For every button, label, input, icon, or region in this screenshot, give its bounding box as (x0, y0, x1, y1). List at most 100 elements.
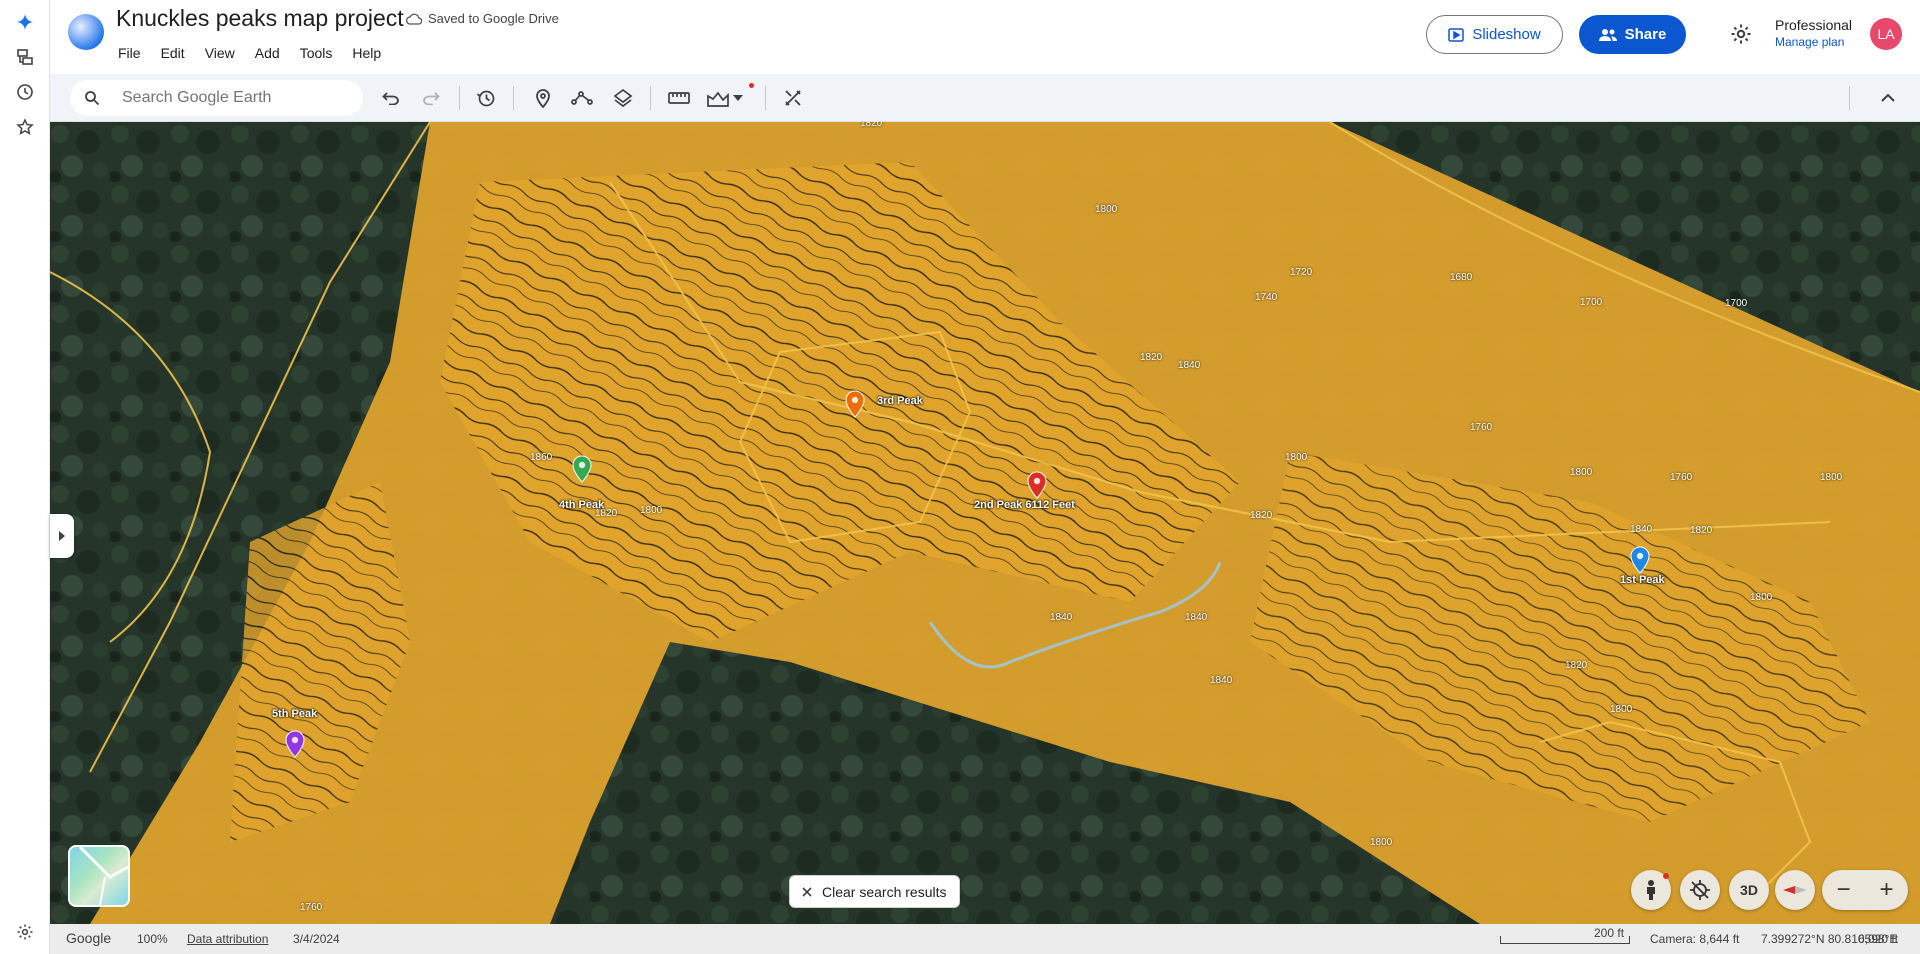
notification-dot (749, 83, 754, 88)
peak-3-pin-icon[interactable] (845, 390, 865, 418)
settings-gear-icon[interactable] (13, 920, 37, 944)
plan-name: Professional (1775, 17, 1853, 33)
elevation-label: 1860 (530, 452, 553, 463)
close-icon (802, 886, 812, 897)
history-icon[interactable] (13, 80, 37, 104)
expand-panel-tab[interactable] (50, 514, 74, 558)
menu-add[interactable]: Add (245, 45, 290, 61)
historical-imagery-icon[interactable] (474, 86, 498, 110)
peak-5-label: 5th Peak (272, 708, 318, 720)
clear-search-results-label: Clear search results (822, 883, 947, 900)
scale-label: 200 ft (1594, 926, 1625, 940)
map-style-thumbnail[interactable] (68, 845, 130, 907)
share-label: Share (1624, 26, 1667, 43)
elevation-label: 1820 (1565, 660, 1588, 671)
peak-5-pin-icon[interactable] (285, 730, 305, 758)
toolbar-divider (459, 86, 460, 110)
zoom-out-button[interactable]: − (1836, 876, 1850, 904)
map-canvas[interactable]: 1820 1800 1740 1680 1700 1720 1760 1800 … (50, 122, 1920, 924)
undo-icon[interactable] (379, 86, 403, 110)
save-status-text: Saved to Google Drive (428, 11, 559, 26)
save-status: Saved to Google Drive (406, 11, 559, 26)
search-input[interactable] (122, 87, 352, 109)
elevation-label: 1800 (1370, 837, 1393, 848)
google-brand: Google (66, 930, 112, 946)
peak-1-label: 1st Peak (1620, 574, 1665, 586)
elevation-label: 1800 (1610, 704, 1633, 715)
elevation-label: 1840 (1185, 612, 1208, 623)
clear-search-results-button[interactable]: Clear search results (789, 875, 960, 908)
settings-gear-icon[interactable] (1729, 22, 1753, 46)
elevation-label: 1760 (1670, 472, 1693, 483)
collapse-chevron-up-icon[interactable] (1876, 86, 1900, 110)
share-button[interactable]: Share (1579, 15, 1686, 54)
plan-info: Professional Manage plan (1775, 17, 1852, 49)
elevation-label: 1720 (1290, 267, 1313, 278)
search-icon (85, 91, 100, 106)
elevation-label: 1800 (1570, 467, 1593, 478)
imagery-date: 3/4/2024 (293, 932, 340, 946)
elevation-label: 1820 (1690, 525, 1713, 536)
cloud-done-icon (406, 13, 422, 25)
menu-tools[interactable]: Tools (290, 45, 343, 61)
elevation-label: 1800 (1820, 472, 1843, 483)
gemini-sparkle-icon[interactable] (13, 10, 37, 34)
elevation-label: 1840 (1178, 360, 1201, 371)
toolbar-divider (765, 86, 766, 110)
slideshow-label: Slideshow (1472, 26, 1541, 43)
zoom-controls: − + (1822, 870, 1908, 910)
elevation-label: 1760 (1470, 422, 1493, 433)
peak-2-pin-icon[interactable] (1027, 471, 1047, 499)
elevation-label: 1800 (1285, 452, 1308, 463)
zoom-in-button[interactable]: + (1879, 876, 1893, 904)
compass-icon[interactable] (1775, 870, 1815, 910)
menu-bar: File Edit View Add Tools Help (116, 45, 391, 61)
satellite-and-contour-layer (50, 122, 1920, 924)
peak-4-pin-icon[interactable] (572, 455, 592, 483)
elevation-label: 1820 (860, 122, 883, 129)
elevation-label: 1800 (640, 505, 663, 516)
elevation-label: 1700 (1580, 297, 1603, 308)
draw-path-icon[interactable] (570, 86, 594, 110)
measure-ruler-icon[interactable] (667, 86, 691, 110)
elevation-label: 1740 (1255, 292, 1278, 303)
project-title[interactable]: Knuckles peaks map project (116, 5, 404, 32)
toolbar-divider (650, 86, 651, 110)
favorites-star-icon[interactable] (13, 115, 37, 139)
peak-1-pin-icon[interactable] (1630, 546, 1650, 574)
status-bar: Google 100% Data attribution 3/4/2024 20… (50, 924, 1920, 954)
notification-dot (1663, 873, 1669, 879)
toggle-3d-button[interactable]: 3D (1729, 870, 1769, 910)
tools-wrench-icon[interactable] (781, 86, 805, 110)
elevation-label: 1760 (300, 902, 323, 913)
slideshow-button[interactable]: Slideshow (1426, 15, 1563, 54)
reset-tilt-icon[interactable] (1680, 870, 1720, 910)
elevation-profile-icon[interactable] (706, 86, 730, 110)
layers-icon[interactable] (611, 86, 635, 110)
projects-icon[interactable] (13, 45, 37, 69)
map-style-preview-icon (78, 847, 128, 905)
account-avatar[interactable]: LA (1870, 18, 1902, 50)
add-placemark-icon[interactable] (531, 86, 555, 110)
elevation-label: 1680 (1450, 272, 1473, 283)
elevation-label: 1800 (1750, 592, 1773, 603)
chevron-down-icon[interactable] (731, 86, 745, 110)
elevation-label: 1800 (1095, 204, 1118, 215)
toolbar-divider (513, 86, 514, 110)
elevation-label: 1820 (1250, 510, 1273, 521)
peak-4-label: 4th Peak (559, 499, 605, 511)
menu-edit[interactable]: Edit (151, 45, 195, 61)
data-attribution-link[interactable]: Data attribution (187, 932, 268, 946)
top-bar: Knuckles peaks map project Saved to Goog… (50, 0, 1920, 72)
people-icon (1598, 28, 1617, 41)
menu-help[interactable]: Help (342, 45, 391, 61)
slideshow-icon (1448, 27, 1465, 42)
redo-icon[interactable] (419, 86, 443, 110)
chevron-right-icon (59, 531, 65, 541)
manage-plan-link[interactable]: Manage plan (1775, 35, 1852, 49)
google-earth-logo-icon (68, 14, 104, 50)
search-box (70, 80, 363, 116)
menu-file[interactable]: File (116, 45, 151, 61)
menu-view[interactable]: View (195, 45, 245, 61)
elevation-label: 1820 (1140, 352, 1163, 363)
